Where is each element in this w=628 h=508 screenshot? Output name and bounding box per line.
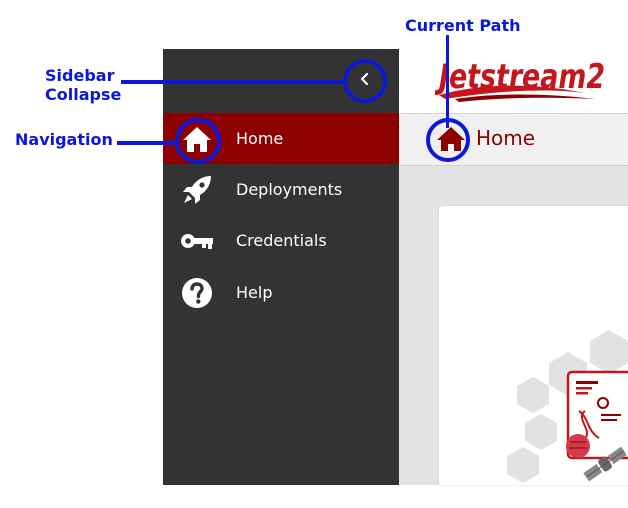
help-circle-icon <box>179 276 215 310</box>
rocket-icon <box>179 173 215 207</box>
annotation-current-path: Current Path <box>405 16 521 35</box>
key-icon <box>179 224 215 258</box>
sidebar-item-label: Home <box>236 129 284 148</box>
annotation-pointer-line <box>121 80 343 84</box>
sidebar-item-label: Credentials <box>236 231 327 250</box>
sidebar-item-credentials[interactable]: Credentials <box>163 215 399 266</box>
annotation-highlight-circle <box>175 118 221 164</box>
sidebar-item-deployments[interactable]: Deployments <box>163 164 399 215</box>
top-bar: Jetstream2 <box>399 49 628 114</box>
sidebar: Home Deployments Credentials Help <box>163 49 399 485</box>
annotation-navigation: Navigation <box>15 130 113 149</box>
annotation-highlight-circle <box>343 59 387 103</box>
science-illustration <box>507 330 628 483</box>
logo[interactable]: Jetstream2 <box>434 55 609 107</box>
sidebar-item-help[interactable]: Help <box>163 267 399 318</box>
annotation-pointer-line <box>117 141 176 145</box>
breadcrumb-current: Home <box>476 126 536 150</box>
logo-text: Jetstream2 <box>435 57 605 97</box>
sidebar-item-label: Deployments <box>236 180 343 199</box>
annotation-pointer-line <box>446 35 449 128</box>
main-content: Home <box>399 114 628 485</box>
annotation-highlight-circle <box>426 118 470 162</box>
annotation-sidebar-collapse: Sidebar Collapse <box>45 66 122 104</box>
sidebar-item-label: Help <box>236 283 273 302</box>
home-card <box>439 206 628 485</box>
